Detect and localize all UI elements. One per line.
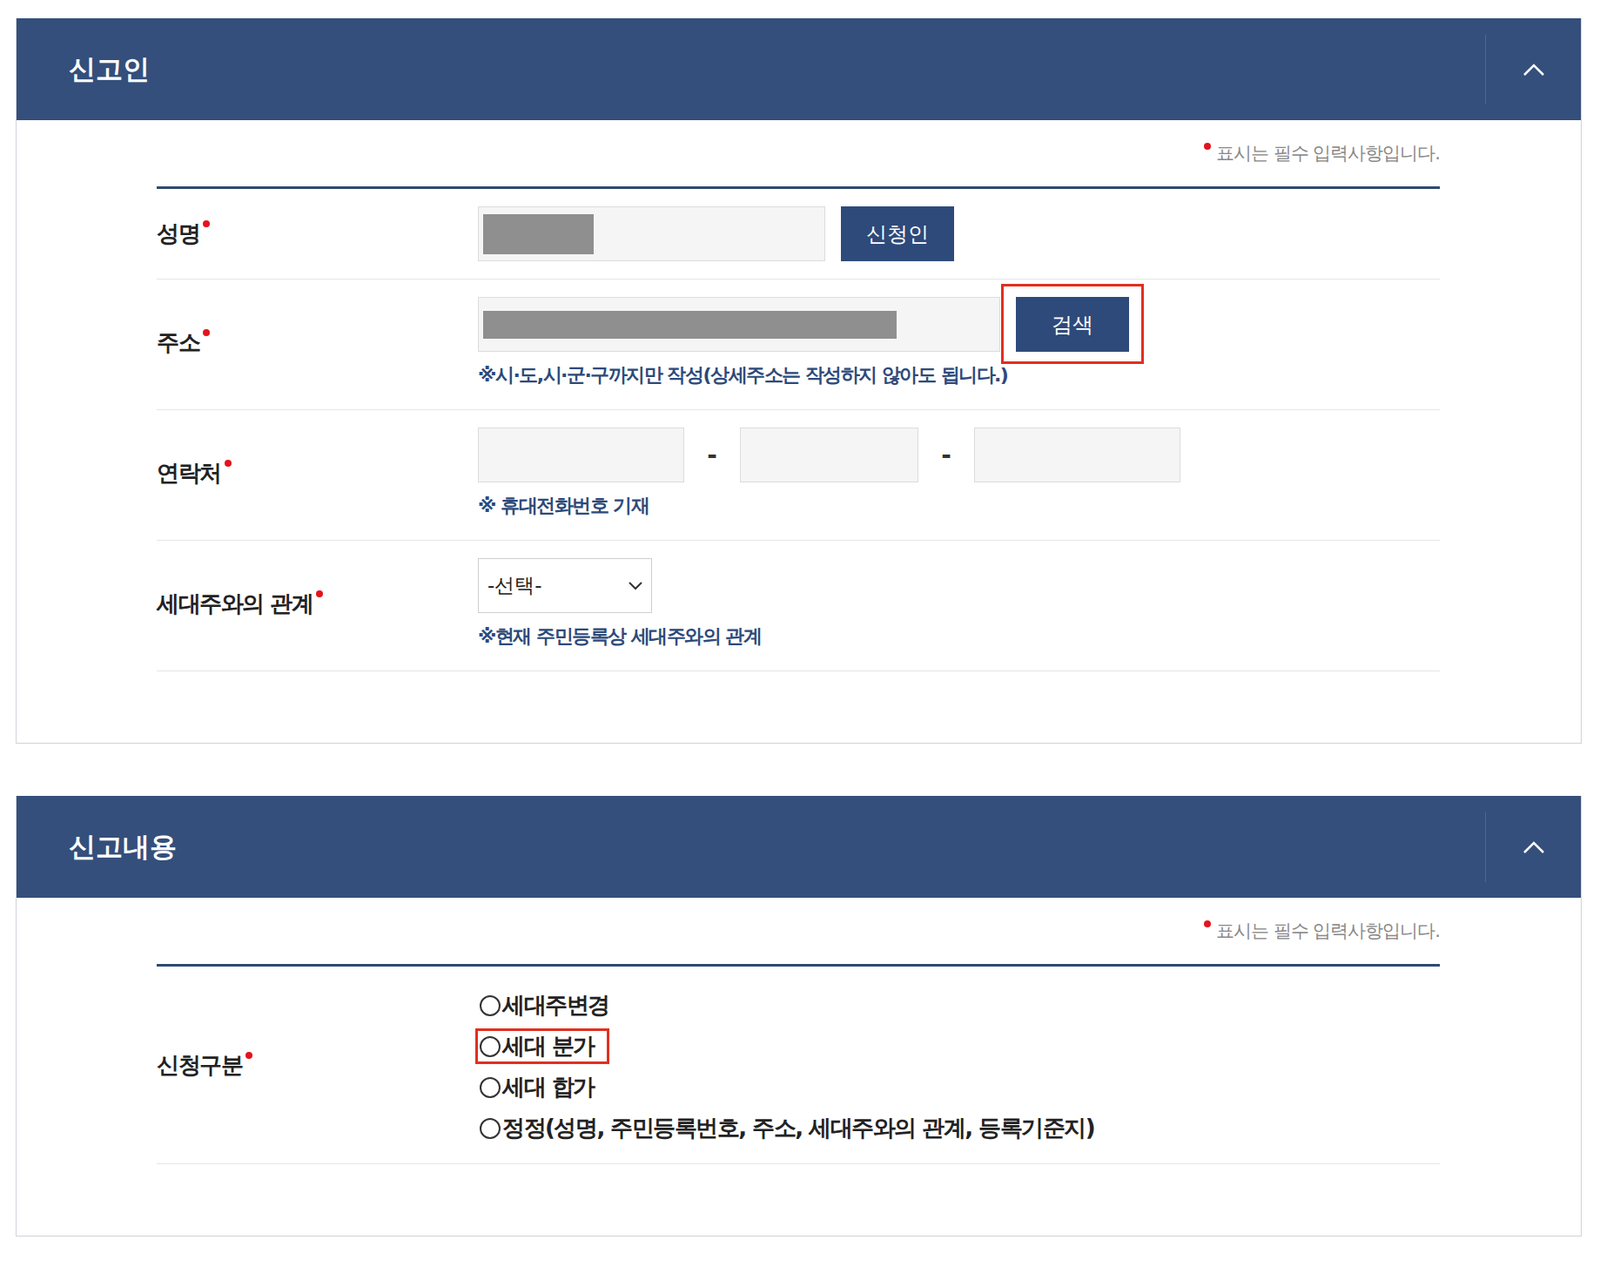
field-label: 주소 [156, 296, 478, 389]
button-highlight: 검색 [1001, 283, 1144, 364]
chevron-down-icon [628, 581, 643, 591]
panel-title: 신고내용 [68, 828, 177, 866]
radio-option[interactable]: 세대 합가 [475, 1068, 610, 1105]
name-input[interactable] [477, 206, 826, 262]
address-row: 주소 검색 ※시·도,시·군·구까지만 작성(상세주소는 작성하지 않아도 됩니다.… [156, 279, 1440, 411]
field-label: 신청구분 [156, 983, 478, 1146]
required-dot [245, 1051, 253, 1059]
collapse-toggle[interactable] [1485, 34, 1581, 105]
address-note: ※시·도,시·군·구까지만 작성(상세주소는 작성하지 않아도 됩니다.) [477, 362, 1440, 389]
chevron-up-icon [1522, 62, 1546, 77]
relation-select[interactable]: -선택- [477, 557, 653, 613]
redacted-value [483, 214, 594, 255]
relation-note: ※현재 주민등록상 세대주와의 관계 [477, 623, 1440, 650]
name-row: 성명 신청인 [156, 188, 1440, 280]
applicant-button[interactable]: 신청인 [840, 206, 955, 262]
required-dot [202, 329, 210, 337]
phone-input[interactable] [477, 427, 685, 483]
radio-group: 세대주변경세대 분가세대 합가정정(성명, 주민등록번호, 주소, 세대주와의 … [477, 983, 1440, 1146]
field-label: 세대주와의 관계 [156, 557, 478, 650]
required-dot [224, 459, 232, 467]
phone-note: ※ 휴대전화번호 기재 [477, 492, 1440, 519]
radio-option[interactable]: 세대 분가 [475, 1028, 610, 1064]
field-label: 성명 [156, 206, 478, 262]
relation-row: 세대주와의 관계-선택- ※현재 주민등록상 세대주와의 관계 [156, 540, 1440, 672]
radio-icon [479, 994, 501, 1016]
phone-row: 연락처 - - ※ 휴대전화번호 기재 [156, 410, 1440, 541]
panel-header: 신고인 [16, 18, 1581, 121]
required-dot [1203, 142, 1211, 150]
radio-icon [479, 1076, 501, 1098]
type-row: 신청구분세대주변경세대 분가세대 합가정정(성명, 주민등록번호, 주소, 세대… [156, 966, 1440, 1164]
required-note: 표시는 필수 입력사항입니다. [156, 918, 1440, 967]
chevron-up-icon [1522, 840, 1546, 854]
required-dot [315, 590, 323, 598]
search-button[interactable]: 검색 [1015, 296, 1130, 352]
collapse-toggle[interactable] [1485, 812, 1581, 882]
radio-option[interactable]: 세대주변경 [475, 987, 625, 1023]
phone-input[interactable] [739, 427, 919, 483]
address-input[interactable] [477, 296, 1001, 352]
radio-icon [479, 1117, 501, 1139]
page: 신고인표시는 필수 입력사항입니다. 성명 신청인주소 검색 ※시·도,시·군·구까지만… [0, 0, 1600, 1263]
panel-title: 신고인 [68, 51, 150, 88]
radio-icon [479, 1035, 501, 1057]
redacted-value [483, 310, 897, 339]
separator: - [934, 440, 959, 470]
panel-body: 표시는 필수 입력사항입니다. 성명 신청인주소 검색 ※시·도,시·군·구까지만 작성… [16, 120, 1581, 743]
report-panel: 신고내용표시는 필수 입력사항입니다.신청구분세대주변경세대 분가세대 합가정정… [15, 795, 1582, 1237]
phone-input[interactable] [974, 427, 1181, 483]
required-dot [1203, 920, 1211, 928]
panel-header: 신고내용 [16, 795, 1581, 898]
separator: - [699, 440, 725, 470]
required-note: 표시는 필수 입력사항입니다. [156, 141, 1440, 189]
field-label: 연락처 [156, 427, 478, 519]
panel-body: 표시는 필수 입력사항입니다.신청구분세대주변경세대 분가세대 합가정정(성명,… [16, 897, 1581, 1236]
required-dot [202, 220, 210, 228]
reporter-panel: 신고인표시는 필수 입력사항입니다. 성명 신청인주소 검색 ※시·도,시·군·구까지만… [15, 18, 1582, 744]
radio-option[interactable]: 정정(성명, 주민등록번호, 주소, 세대주와의 관계, 등록기준지) [475, 1109, 1110, 1146]
button-highlight: 신청인 [826, 193, 969, 274]
